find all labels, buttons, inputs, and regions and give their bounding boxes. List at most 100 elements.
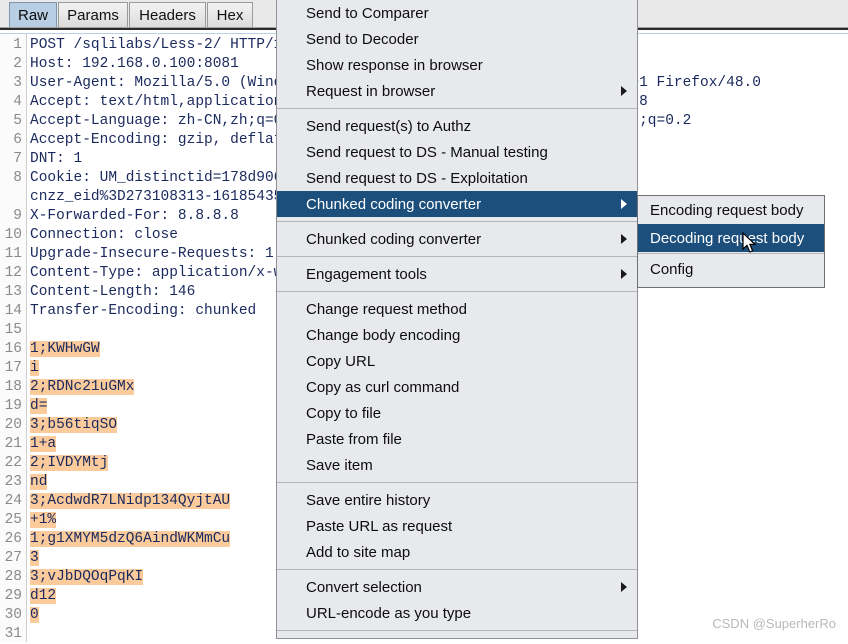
- menu-item[interactable]: Send request to DS - Exploitation: [277, 165, 637, 191]
- menu-item[interactable]: Send to Comparer: [277, 0, 637, 26]
- line-number: 11: [0, 245, 22, 264]
- menu-item-label: Save item: [306, 457, 373, 474]
- code-line-text: +1%: [30, 511, 56, 530]
- menu-item[interactable]: Paste from file: [277, 426, 637, 452]
- menu-item[interactable]: Change body encoding: [277, 322, 637, 348]
- code-line-text: 3: [30, 549, 39, 568]
- submenu-item-label: Encoding request body: [650, 202, 803, 219]
- code-line-text: 1+a: [30, 435, 56, 454]
- context-menu: Send to Comparer Send to Decoder Show resp…: [276, 0, 638, 639]
- tab-params[interactable]: Params: [58, 2, 128, 27]
- menu-item[interactable]: Copy URL: [277, 348, 637, 374]
- line-number: 28: [0, 568, 22, 587]
- tab-hex[interactable]: Hex: [207, 2, 253, 27]
- tab-headers[interactable]: Headers: [129, 2, 206, 27]
- menu-item[interactable]: Engagement tools: [277, 261, 637, 287]
- line-number: 21: [0, 435, 22, 454]
- line-number: 31: [0, 625, 22, 644]
- code-line-text: 3;b56tiqSO: [30, 416, 117, 435]
- line-number: 19: [0, 397, 22, 416]
- submenu-item[interactable]: Decoding request body: [638, 224, 824, 252]
- code-line-text: d=: [30, 397, 47, 416]
- menu-item-label: Add to site map: [306, 544, 410, 561]
- menu-item[interactable]: Copy as curl command: [277, 374, 637, 400]
- chunk-highlight: d=: [30, 398, 47, 414]
- code-line-text: d12: [30, 587, 56, 606]
- submenu-item[interactable]: Config: [638, 255, 824, 283]
- line-number: 24: [0, 492, 22, 511]
- chevron-right-icon: [621, 86, 627, 96]
- line-number: 2: [0, 55, 22, 74]
- menu-item[interactable]: URL-encode as you type: [277, 600, 637, 626]
- menu-item[interactable]: Save entire history: [277, 487, 637, 513]
- line-number: 18: [0, 378, 22, 397]
- menu-item[interactable]: Send request to DS - Manual testing: [277, 139, 637, 165]
- line-number: 27: [0, 549, 22, 568]
- menu-item[interactable]: Chunked coding converter: [277, 226, 637, 252]
- menu-item-label: Save entire history: [306, 492, 430, 509]
- menu-item[interactable]: Save item: [277, 452, 637, 478]
- tab-hex-label: Hex: [217, 7, 244, 24]
- menu-item[interactable]: Add to site map: [277, 539, 637, 565]
- menu-item-label: Paste URL as request: [306, 518, 452, 535]
- tab-raw[interactable]: Raw: [9, 2, 57, 27]
- line-number: 20: [0, 416, 22, 435]
- menu-item-label: Request in browser: [306, 83, 435, 100]
- chunk-highlight: 2;RDNc21uGMx: [30, 379, 134, 395]
- chevron-right-icon: [621, 199, 627, 209]
- line-number: 8: [0, 169, 22, 188]
- line-number: 30: [0, 606, 22, 625]
- menu-item[interactable]: Copy to file: [277, 400, 637, 426]
- code-line-text: Host: 192.168.0.100:8081: [30, 55, 239, 74]
- line-number: 29: [0, 587, 22, 606]
- menu-item[interactable]: Convert selection: [277, 574, 637, 600]
- menu-item-label: Engagement tools: [306, 266, 427, 283]
- chevron-right-icon: [621, 269, 627, 279]
- line-number: 7: [0, 150, 22, 169]
- code-line-text: Connection: close: [30, 226, 178, 245]
- line-number: 23: [0, 473, 22, 492]
- menu-separator: [277, 630, 637, 631]
- code-line-text: 2;IVDYMtj: [30, 454, 108, 473]
- code-line-text: 2;RDNc21uGMx: [30, 378, 134, 397]
- chunk-highlight: nd: [30, 474, 47, 490]
- watermark: CSDN @SuperherRo: [712, 616, 836, 631]
- code-line-text: nd: [30, 473, 47, 492]
- menu-separator: [277, 482, 637, 483]
- menu-item-label: Show response in browser: [306, 57, 483, 74]
- menu-item-label: Send to Decoder: [306, 31, 419, 48]
- chunk-highlight: 3;AcdwdR7LNidp134QyjtAU: [30, 493, 230, 509]
- menu-separator: [277, 256, 637, 257]
- menu-item-label: Copy as curl command: [306, 379, 459, 396]
- tab-raw-label: Raw: [18, 7, 48, 24]
- menu-item[interactable]: Paste URL as request: [277, 513, 637, 539]
- code-line-text: DNT: 1: [30, 150, 82, 169]
- line-number: 10: [0, 226, 22, 245]
- line-number: 6: [0, 131, 22, 150]
- code-line-text: 1;KWHwGW: [30, 340, 100, 359]
- line-number: 25: [0, 511, 22, 530]
- chevron-right-icon: [621, 234, 627, 244]
- chunk-highlight: 3;vJbDQOqPqKI: [30, 569, 143, 585]
- menu-item[interactable]: Change request method: [277, 296, 637, 322]
- menu-item-label: Chunked coding converter: [306, 196, 481, 213]
- menu-item[interactable]: Chunked coding converter: [277, 191, 637, 217]
- menu-item-label: Change body encoding: [306, 327, 460, 344]
- menu-item[interactable]: Send request(s) to Authz: [277, 113, 637, 139]
- line-number: 16: [0, 340, 22, 359]
- menu-item[interactable]: CutCtrl+X: [277, 635, 637, 639]
- menu-item[interactable]: Show response in browser: [277, 52, 637, 78]
- submenu-separator: [638, 253, 824, 254]
- chunk-highlight: 2;IVDYMtj: [30, 455, 108, 471]
- line-number: 4: [0, 93, 22, 112]
- submenu-item[interactable]: Encoding request body: [638, 196, 824, 224]
- code-line-text: Upgrade-Insecure-Requests: 1: [30, 245, 274, 264]
- line-number: 12: [0, 264, 22, 283]
- chunk-highlight: 1+a: [30, 436, 56, 452]
- menu-item-label: Chunked coding converter: [306, 231, 481, 248]
- chunk-highlight: 3: [30, 550, 39, 566]
- code-line-text: X-Forwarded-For: 8.8.8.8: [30, 207, 239, 226]
- menu-item[interactable]: Send to Decoder: [277, 26, 637, 52]
- menu-item-label: Paste from file: [306, 431, 402, 448]
- menu-item[interactable]: Request in browser: [277, 78, 637, 104]
